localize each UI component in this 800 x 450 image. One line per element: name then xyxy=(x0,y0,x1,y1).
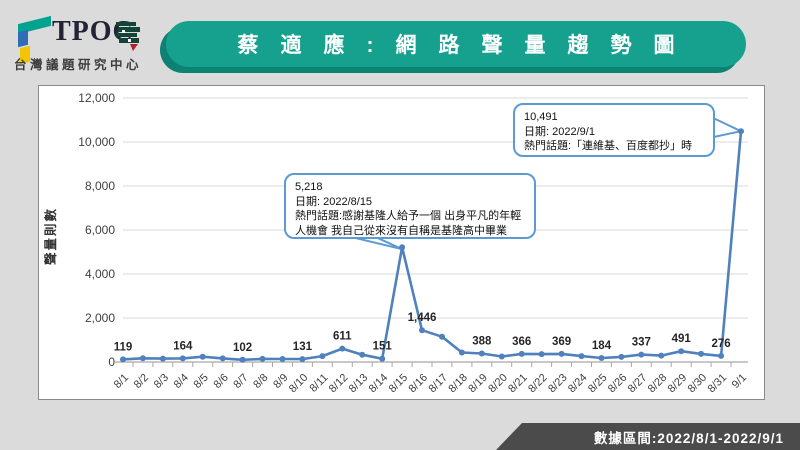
svg-text:8/16: 8/16 xyxy=(406,372,430,396)
svg-text:164: 164 xyxy=(173,340,193,352)
annotation-callout-9-1: 10,491 日期: 2022/9/1 熱門話題:「連維基、百度都抄」時 xyxy=(513,103,715,157)
annotation-date: 日期: 2022/9/1 xyxy=(524,125,595,138)
svg-text:131: 131 xyxy=(293,341,313,353)
svg-text:12,000: 12,000 xyxy=(78,91,115,105)
annotation-date: 日期: 2022/8/15 xyxy=(295,195,373,208)
svg-text:8/6: 8/6 xyxy=(212,372,231,391)
svg-text:9/1: 9/1 xyxy=(730,372,749,391)
svg-text:8/11: 8/11 xyxy=(307,372,330,395)
svg-text:8,000: 8,000 xyxy=(85,179,115,193)
svg-text:611: 611 xyxy=(333,331,352,343)
svg-text:8/22: 8/22 xyxy=(526,372,550,396)
svg-text:8/20: 8/20 xyxy=(486,372,510,396)
annotation-callout-8-15: 5,218 日期: 2022/8/15 熱門話題:感謝基隆人給予一個 出身平凡的… xyxy=(284,173,536,239)
tpoc-logo: TPOC 台灣議題研究中心 xyxy=(12,8,164,78)
svg-text:8/26: 8/26 xyxy=(606,372,630,396)
svg-text:8/8: 8/8 xyxy=(251,372,270,391)
annotation-value: 10,491 xyxy=(524,111,558,123)
svg-text:8/19: 8/19 xyxy=(466,372,490,396)
svg-text:151: 151 xyxy=(373,341,393,353)
data-range-text: 數據區間:2022/8/1-2022/9/1 xyxy=(593,430,784,446)
svg-text:8/25: 8/25 xyxy=(586,372,610,396)
svg-text:8/28: 8/28 xyxy=(646,372,670,396)
svg-text:102: 102 xyxy=(233,342,252,354)
svg-text:119: 119 xyxy=(114,341,133,353)
svg-text:8/23: 8/23 xyxy=(546,372,570,396)
annotation-topic: 熱門話題:感謝基隆人給予一個 出身平凡的年輕人機會 我自己從來沒有自稱是基隆高中… xyxy=(295,210,522,237)
svg-text:8/15: 8/15 xyxy=(387,372,411,396)
svg-text:1,446: 1,446 xyxy=(408,312,437,324)
svg-text:8/12: 8/12 xyxy=(327,372,351,396)
chart-panel: 0 2,000 4,000 6,000 8,000 10,000 12,000 8/1 8/2 8… xyxy=(38,85,765,400)
svg-text:8/29: 8/29 xyxy=(666,372,690,396)
logo-subtitle: 台灣議題研究中心 xyxy=(14,58,143,72)
annotation-topic: 熱門話題:「連維基、百度都抄」時 xyxy=(524,140,693,153)
page-title: 蔡適應:網路聲量趨勢圖 xyxy=(237,34,697,57)
svg-text:8/13: 8/13 xyxy=(347,372,371,396)
svg-text:8/3: 8/3 xyxy=(152,372,171,391)
svg-text:8/7: 8/7 xyxy=(231,372,250,391)
svg-text:369: 369 xyxy=(552,336,571,348)
svg-text:10,000: 10,000 xyxy=(78,135,115,149)
logo-blue-ribbon xyxy=(18,29,28,48)
svg-text:聲量則數: 聲量則數 xyxy=(43,207,58,265)
svg-text:8/10: 8/10 xyxy=(287,372,311,396)
annotation-value: 5,218 xyxy=(295,181,323,193)
svg-text:8/31: 8/31 xyxy=(706,372,730,396)
svg-text:8/2: 8/2 xyxy=(132,372,151,391)
svg-text:276: 276 xyxy=(712,338,731,350)
svg-text:8/1: 8/1 xyxy=(112,372,131,391)
title-banner: 蔡適應:網路聲量趨勢圖 xyxy=(166,21,746,67)
svg-text:184: 184 xyxy=(592,340,612,352)
svg-text:8/21: 8/21 xyxy=(506,372,530,396)
svg-text:337: 337 xyxy=(632,337,651,349)
svg-text:8/4: 8/4 xyxy=(172,372,191,391)
svg-text:0: 0 xyxy=(108,355,115,369)
svg-text:8/24: 8/24 xyxy=(566,372,590,396)
svg-text:8/17: 8/17 xyxy=(426,372,450,396)
svg-text:8/30: 8/30 xyxy=(686,372,710,396)
svg-text:2,000: 2,000 xyxy=(85,311,115,325)
svg-text:8/14: 8/14 xyxy=(367,372,391,396)
svg-text:8/5: 8/5 xyxy=(192,372,211,391)
svg-text:366: 366 xyxy=(512,336,531,348)
svg-text:6,000: 6,000 xyxy=(85,223,115,237)
qr-code-icon xyxy=(114,20,144,52)
svg-text:388: 388 xyxy=(472,336,492,348)
svg-text:491: 491 xyxy=(672,333,692,345)
svg-text:8/27: 8/27 xyxy=(626,372,650,396)
svg-text:4,000: 4,000 xyxy=(85,267,115,281)
data-range-bar: 數據區間:2022/8/1-2022/9/1 xyxy=(496,423,800,450)
svg-text:8/18: 8/18 xyxy=(446,372,470,396)
